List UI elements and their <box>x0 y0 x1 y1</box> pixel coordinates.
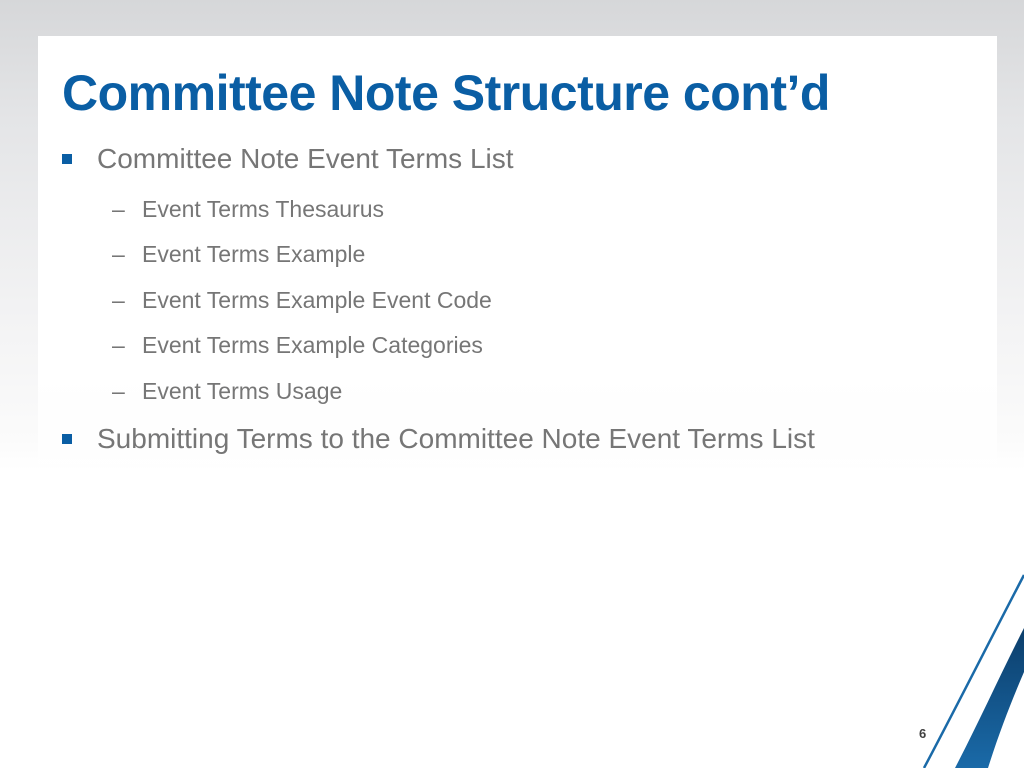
swoosh-thin-curve <box>922 574 1024 768</box>
dash-bullet-icon: – <box>112 196 125 222</box>
sub-bullet-text: Event Terms Thesaurus <box>142 196 385 222</box>
dash-bullet-icon: – <box>112 332 125 358</box>
bullet-text: Committee Note Event Terms List <box>97 143 514 174</box>
sub-bullet-text: Event Terms Example <box>142 241 366 267</box>
page-number: 6 <box>919 726 927 741</box>
sub-bullet-text: Event Terms Example Categories <box>142 332 483 358</box>
slide-title: Committee Note Structure cont’d <box>62 65 830 121</box>
swoosh-thick-band <box>955 628 1024 768</box>
square-bullet-icon <box>62 434 72 444</box>
dash-bullet-icon: – <box>112 287 125 313</box>
sub-bullet-text: Event Terms Example Event Code <box>142 287 492 313</box>
dash-bullet-icon: – <box>112 378 125 404</box>
sub-bullet-text: Event Terms Usage <box>142 378 343 404</box>
square-bullet-icon <box>62 154 72 164</box>
dash-bullet-icon: – <box>112 241 125 267</box>
bullet-text: Submitting Terms to the Committee Note E… <box>97 423 815 454</box>
